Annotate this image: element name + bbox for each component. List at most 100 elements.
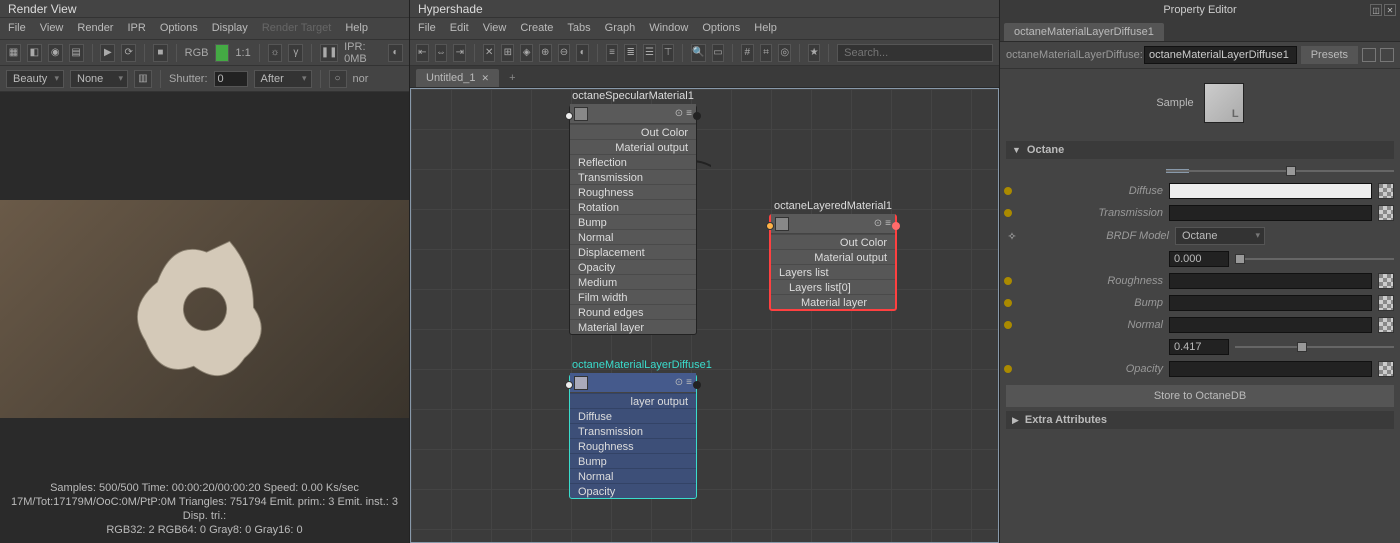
node-opt-icon[interactable]: ⊙ <box>675 377 683 388</box>
frame-all-icon[interactable]: ▭ <box>712 44 725 62</box>
gamma-icon[interactable]: γ <box>288 44 303 62</box>
output-conn-icon[interactable]: ⇥ <box>453 44 466 62</box>
node-octane-layered[interactable]: octaneLayeredMaterial1 ⊙ ≡ Out Color Mat… <box>769 214 897 311</box>
anim-dot[interactable] <box>1004 299 1012 307</box>
texture-map-icon[interactable] <box>1378 183 1394 199</box>
attr-normal[interactable]: Normal <box>570 229 696 244</box>
graph-mat-icon[interactable]: ◈ <box>520 44 533 62</box>
render-sequence-icon[interactable]: ▤ <box>69 44 84 62</box>
hs-menu-window[interactable]: Window <box>649 22 688 35</box>
material-layer-in[interactable]: Material layer <box>771 294 895 309</box>
remove-selected-icon[interactable]: ⊖ <box>558 44 571 62</box>
align-top-icon[interactable]: ⊤ <box>662 44 675 62</box>
diffuse-color[interactable] <box>1169 183 1372 199</box>
hs-menu-options[interactable]: Options <box>702 22 740 35</box>
attr-bump[interactable]: Bump <box>570 214 696 229</box>
sample-swatch[interactable] <box>1204 83 1244 123</box>
menu-ipr[interactable]: IPR <box>127 22 145 35</box>
hs-menu-edit[interactable]: Edit <box>450 22 469 35</box>
layers-list[interactable]: Layers list <box>771 264 895 279</box>
node-menu-icon[interactable]: ≡ <box>686 108 692 119</box>
attr-film-width[interactable]: Film width <box>570 289 696 304</box>
brdf-dropdown[interactable]: Octane <box>1175 227 1265 245</box>
attr-round-edges[interactable]: Round edges <box>570 304 696 319</box>
bookmark-icon[interactable]: ★ <box>808 44 821 62</box>
opacity-color[interactable] <box>1169 361 1372 377</box>
hs-menu-help[interactable]: Help <box>754 22 777 35</box>
hs-menu-tabs[interactable]: Tabs <box>567 22 590 35</box>
attr-diffuse[interactable]: Diffuse <box>570 408 696 423</box>
render-image[interactable] <box>0 200 409 418</box>
transmission-color[interactable] <box>1169 205 1372 221</box>
dock-icon[interactable]: ◫ <box>1370 4 1382 16</box>
shutter-input[interactable] <box>214 71 248 87</box>
solo-icon[interactable]: ◎ <box>778 44 791 62</box>
store-to-octanedb-button[interactable]: Store to OctaneDB <box>1006 385 1394 407</box>
property-scroll[interactable]: ▼ Octane Diffuse Transmission ✧ BRDF Mod… <box>1000 137 1400 543</box>
open-image-icon[interactable]: ▥ <box>134 70 152 88</box>
presets-button[interactable]: Presets <box>1301 46 1358 64</box>
graph-tab[interactable]: Untitled_1 ✕ <box>416 69 499 87</box>
node-opt-icon[interactable]: ⊙ <box>874 218 882 229</box>
grid-snap-icon[interactable]: # <box>741 44 754 62</box>
section-octane[interactable]: ▼ Octane <box>1006 141 1394 159</box>
menu-display[interactable]: Display <box>212 22 248 35</box>
roughness-slider[interactable] <box>1235 253 1394 265</box>
rgb-toggle-icon[interactable] <box>215 44 230 62</box>
node-octane-specular[interactable]: octaneSpecularMaterial1 ⊙ ≡ Out Color Ma… <box>569 105 697 335</box>
align-center-icon[interactable]: ≣ <box>624 44 637 62</box>
hs-menu-create[interactable]: Create <box>520 22 553 35</box>
texture-map-icon[interactable] <box>1378 273 1394 289</box>
add-tab-button[interactable]: + <box>501 69 523 87</box>
attr-rotation[interactable]: Rotation <box>570 199 696 214</box>
zoom-icon[interactable]: 🔍 <box>691 44 705 62</box>
attr-material-layer[interactable]: Material layer <box>570 319 696 334</box>
attr-normal[interactable]: Normal <box>570 468 696 483</box>
diffuse-top-slider[interactable] <box>1166 165 1394 177</box>
attr-displacement[interactable]: Displacement <box>570 244 696 259</box>
input-conn-icon[interactable]: ⇤ <box>416 44 429 62</box>
anim-dot[interactable] <box>1004 187 1012 195</box>
ratio-label[interactable]: 1:1 <box>235 47 250 59</box>
exposure-icon[interactable]: ☼ <box>268 44 283 62</box>
hs-menu-file[interactable]: File <box>418 22 436 35</box>
layer-output[interactable]: layer output <box>570 393 696 408</box>
bump-color[interactable] <box>1169 295 1372 311</box>
attr-bump[interactable]: Bump <box>570 453 696 468</box>
io-conn-icon[interactable]: ⇔ <box>435 44 448 62</box>
clear-graph-icon[interactable]: ✕ <box>483 44 496 62</box>
graph-canvas[interactable]: octaneSpecularMaterial1 ⊙ ≡ Out Color Ma… <box>410 88 999 543</box>
render-frame-icon[interactable]: ▦ <box>6 44 21 62</box>
snap-node-icon[interactable]: ⌗ <box>760 44 773 62</box>
opacity-value-input[interactable] <box>1169 339 1229 355</box>
shutter-mode-dropdown[interactable]: After <box>254 70 312 88</box>
menu-view[interactable]: View <box>40 22 64 35</box>
out-color[interactable]: Out Color <box>771 234 895 249</box>
align-right-icon[interactable]: ☰ <box>643 44 656 62</box>
roughness-color[interactable] <box>1169 273 1372 289</box>
anim-dot[interactable] <box>1004 277 1012 285</box>
attr-transmission[interactable]: Transmission <box>570 169 696 184</box>
roughness-value-input[interactable] <box>1169 251 1229 267</box>
normal-color[interactable] <box>1169 317 1372 333</box>
node-menu-icon[interactable]: ≡ <box>686 377 692 388</box>
copy-tab-icon[interactable] <box>1380 48 1394 62</box>
opacity-slider[interactable] <box>1235 341 1394 353</box>
ipr-start-icon[interactable]: ▶ <box>100 44 115 62</box>
texture-map-icon[interactable] <box>1378 317 1394 333</box>
layer-dropdown[interactable]: None <box>70 70 128 88</box>
attr-medium[interactable]: Medium <box>570 274 696 289</box>
attr-reflection[interactable]: Reflection <box>570 154 696 169</box>
node-opt-icon[interactable]: ⊙ <box>675 108 683 119</box>
out-color[interactable]: Out Color <box>570 124 696 139</box>
menu-options[interactable]: Options <box>160 22 198 35</box>
search-input[interactable] <box>837 44 993 62</box>
add-selected-icon[interactable]: ⊕ <box>539 44 552 62</box>
property-tab[interactable]: octaneMaterialLayerDiffuse1 <box>1004 23 1164 41</box>
render-region-icon[interactable]: ◧ <box>27 44 42 62</box>
ipr-stop-icon[interactable]: ■ <box>153 44 168 62</box>
attr-opacity[interactable]: Opacity <box>570 483 696 498</box>
anim-dot[interactable] <box>1004 321 1012 329</box>
texture-map-icon[interactable] <box>1378 361 1394 377</box>
show-hide-icon[interactable] <box>1362 48 1376 62</box>
